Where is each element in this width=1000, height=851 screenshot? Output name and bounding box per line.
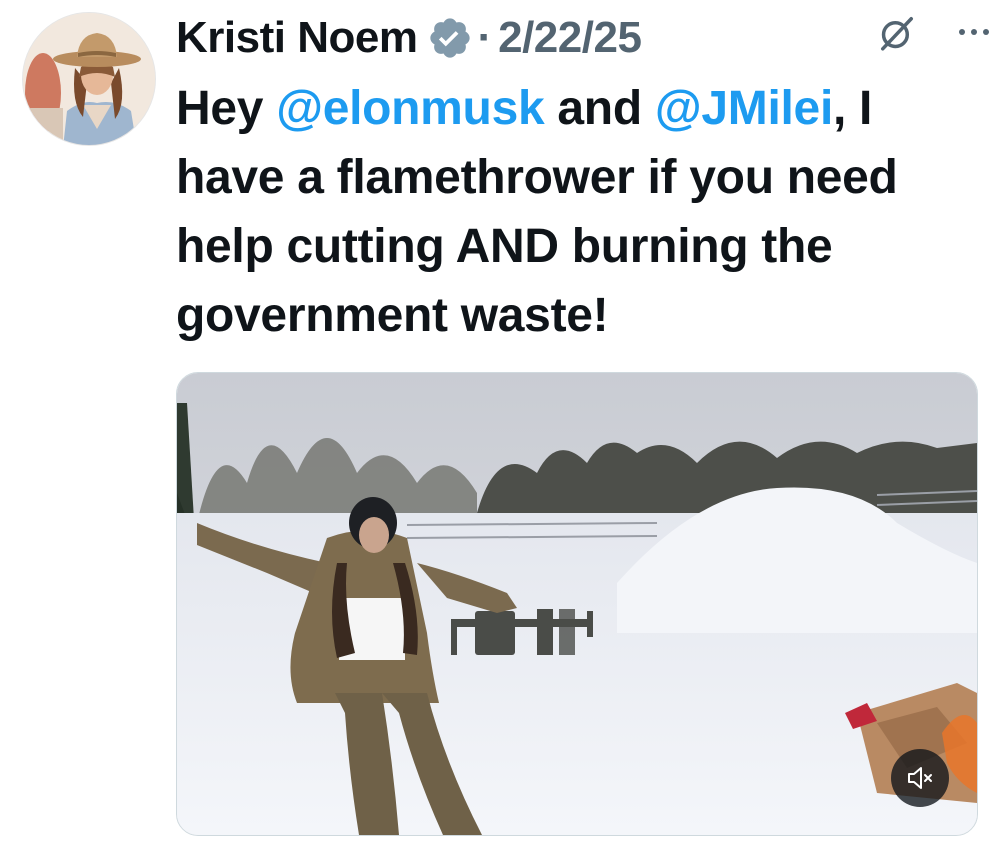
- verified-badge-icon[interactable]: [427, 15, 473, 61]
- tweet-video[interactable]: [176, 372, 978, 836]
- author-avatar[interactable]: [22, 12, 156, 146]
- tweet-text-segment: and: [544, 82, 655, 135]
- grok-icon[interactable]: [878, 14, 916, 52]
- mention-link[interactable]: @JMilei: [655, 82, 833, 135]
- header-separator: ·: [477, 13, 493, 62]
- video-frame: [177, 373, 977, 835]
- mention-link[interactable]: @elonmusk: [276, 82, 544, 135]
- tweet-text-segment: Hey: [176, 82, 277, 135]
- author-name[interactable]: Kristi Noem: [176, 13, 418, 63]
- more-options-icon[interactable]: [954, 14, 994, 50]
- muted-speaker-icon: [908, 767, 932, 789]
- tweet-date[interactable]: 2/22/25: [498, 13, 642, 63]
- tweet-text: Hey @elonmusk and @JMilei, I have a flam…: [176, 74, 981, 350]
- mute-toggle-button[interactable]: [891, 749, 949, 807]
- tweet-header: Kristi Noem · 2/22/25: [176, 6, 980, 70]
